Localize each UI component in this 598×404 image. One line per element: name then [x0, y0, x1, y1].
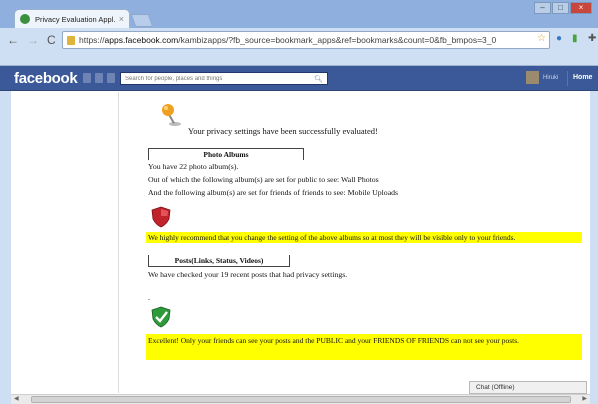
friend-requests-icon[interactable]	[83, 73, 91, 83]
url-domain: apps.facebook.com	[104, 35, 179, 45]
friends-of-friends-albums-line: And the following album(s) are set for f…	[148, 188, 399, 197]
tab-bar: Privacy Evaluation Appl... × – □ ×	[0, 0, 598, 28]
red-shield-icon	[151, 206, 171, 228]
url-prefix: https://	[79, 35, 105, 45]
nav-bar: ← → C https://apps.facebook.com/kambizap…	[0, 28, 598, 52]
facebook-search: 🔍︎	[120, 72, 328, 85]
forward-arrow-icon[interactable]: →	[27, 33, 39, 47]
extension-eye-icon[interactable]: ●	[556, 33, 562, 44]
user-name: Hiruki	[543, 74, 559, 81]
maximize-button[interactable]: □	[552, 2, 569, 14]
scroll-right-arrow-icon[interactable]: ▶	[582, 395, 587, 402]
home-link[interactable]: Home	[573, 74, 592, 81]
facebook-logo[interactable]: facebook	[14, 70, 78, 87]
green-shield-check-icon	[151, 306, 171, 328]
tab-title: Privacy Evaluation Appl...	[35, 14, 116, 24]
chat-label: Chat (Offline)	[476, 384, 515, 391]
tab-favicon-icon	[20, 14, 30, 24]
public-albums-line: Out of which the following album(s) are …	[148, 175, 379, 184]
reload-icon[interactable]: C	[47, 33, 56, 47]
avatar	[526, 71, 539, 84]
bookmark-star-icon[interactable]: ☆	[537, 33, 546, 44]
close-window-button[interactable]: ×	[570, 2, 592, 14]
left-rail	[11, 92, 119, 393]
horizontal-scrollbar[interactable]: ◀ ▶	[11, 394, 590, 404]
scroll-left-arrow-icon[interactable]: ◀	[14, 395, 19, 402]
separator-dot: .	[148, 293, 150, 302]
facebook-top-bar: facebook 🔍︎ Hiruki Home	[0, 66, 598, 91]
back-arrow-icon[interactable]: ←	[7, 33, 19, 47]
url-text[interactable]: https://apps.facebook.com/kambizapps/?fb…	[79, 35, 545, 45]
minimize-button[interactable]: –	[534, 2, 551, 14]
albums-count: You have 22 photo album(s).	[148, 162, 239, 171]
search-icon[interactable]: 🔍︎	[314, 75, 323, 83]
app-page: Your privacy settings have been successf…	[11, 92, 590, 393]
chat-offline-button[interactable]: Chat (Offline)	[469, 381, 587, 394]
posts-checked-line: We have checked your 19 recent posts tha…	[148, 270, 348, 279]
pushpin-icon	[162, 104, 181, 126]
scroll-thumb[interactable]	[31, 396, 571, 403]
address-bar[interactable]: https://apps.facebook.com/kambizapps/?fb…	[62, 31, 550, 49]
success-message: Your privacy settings have been successf…	[188, 126, 378, 136]
window-controls: – □ ×	[534, 2, 592, 14]
window-frame-left	[0, 91, 11, 404]
browser-tab[interactable]: Privacy Evaluation Appl... ×	[14, 9, 130, 28]
url-path: /kambizapps/?fb_source=bookmark_apps&ref…	[178, 35, 497, 45]
lock-icon	[67, 35, 75, 45]
notification-icons	[83, 73, 115, 83]
browser-chrome: Privacy Evaluation Appl... × – □ × ← → C…	[0, 0, 598, 66]
albums-warning: We highly recommend that you change the …	[146, 232, 582, 243]
extension-page-icon[interactable]: ▮	[572, 33, 578, 44]
posts-ok-message: Excellent! Only your friends can see you…	[146, 334, 582, 360]
window-frame-right	[590, 91, 598, 404]
notifications-icon[interactable]	[107, 73, 115, 83]
messages-icon[interactable]	[95, 73, 103, 83]
search-input[interactable]	[125, 75, 315, 82]
posts-header: Posts(Links, Status, Videos)	[148, 255, 290, 267]
wrench-icon[interactable]: ✚	[588, 33, 596, 44]
bar-divider	[567, 71, 568, 86]
new-tab-button[interactable]	[130, 14, 154, 27]
user-profile-link[interactable]: Hiruki	[526, 71, 558, 84]
tab-close-icon[interactable]: ×	[119, 14, 124, 24]
photo-albums-header: Photo Albums	[148, 148, 304, 160]
